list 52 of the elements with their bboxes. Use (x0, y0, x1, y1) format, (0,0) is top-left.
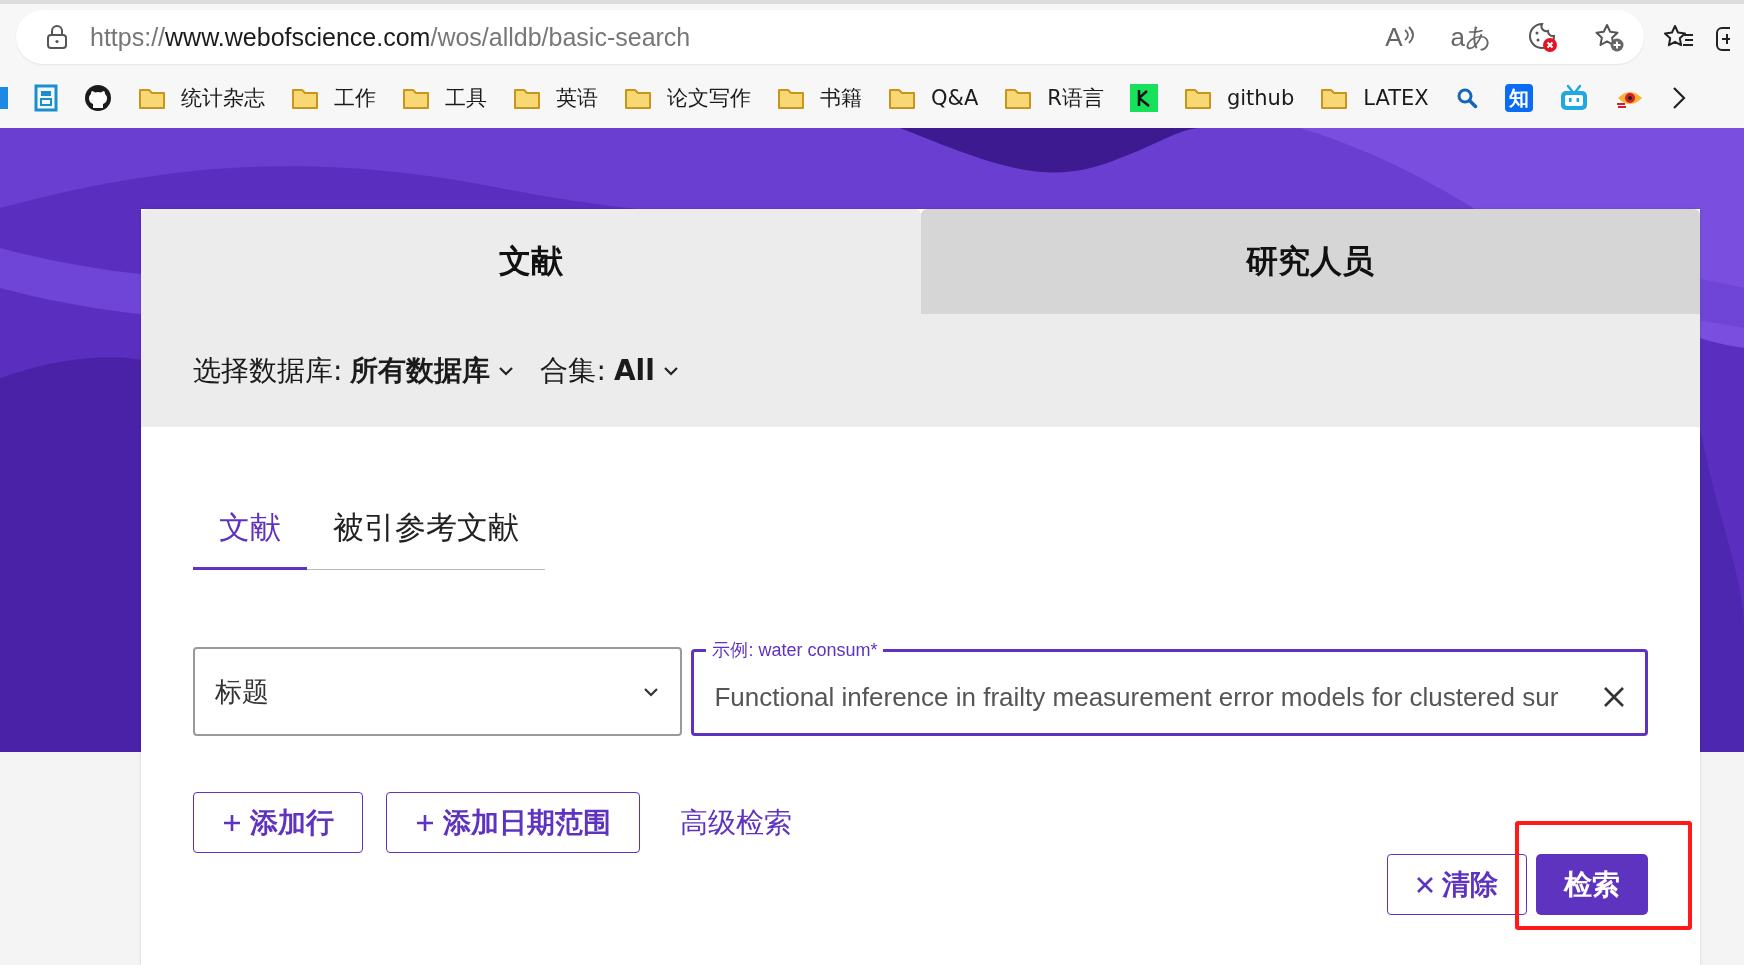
tab[interactable]: 研究人员 (920, 209, 1700, 314)
chevron-down-icon (498, 365, 515, 376)
folder-icon (1320, 86, 1349, 110)
bookmark-folder[interactable]: 工具 (402, 84, 487, 112)
close-icon (1416, 875, 1434, 894)
bookmark-folder[interactable]: 英语 (513, 84, 598, 112)
bookmark-folder[interactable]: 统计杂志 (138, 84, 265, 112)
tab[interactable]: 文献 (193, 507, 307, 570)
bookmark-folder[interactable]: 论文写作 (624, 84, 751, 112)
translate-icon[interactable]: aあ (1450, 19, 1492, 55)
bookmark-folder[interactable]: github (1183, 86, 1295, 110)
folder-icon (888, 86, 916, 110)
folder-icon (291, 86, 319, 110)
chevron-down-icon (662, 365, 679, 376)
folder-icon (1183, 86, 1212, 110)
cookie-blocked-icon[interactable] (1528, 22, 1558, 52)
advanced-search-link[interactable]: 高级检索 (680, 803, 792, 842)
collection-dropdown[interactable]: 合集: All (540, 351, 679, 390)
search-button[interactable]: 检索 (1536, 854, 1648, 915)
url-text[interactable]: https://www.webofscience.com/wos/alldb/basic-search (90, 22, 1364, 52)
chevron-right-icon[interactable] (1670, 85, 1687, 111)
plus-icon (222, 812, 242, 833)
folder-icon (138, 86, 166, 110)
folder-icon (402, 86, 430, 110)
field-dropdown[interactable]: 标题 (193, 647, 683, 736)
tab[interactable]: 文献 (141, 209, 921, 314)
cat-logo-icon[interactable] (84, 84, 112, 112)
bookmark-folder[interactable]: LATEX (1320, 86, 1429, 110)
add-button[interactable]: 添加日期范围 (386, 792, 640, 853)
lock-icon (46, 24, 68, 50)
bookmark-folder[interactable]: R语言 (1004, 84, 1104, 112)
bookmark-folder[interactable]: Q&A (888, 86, 979, 110)
search-field[interactable]: 示例: water consum* Functional inference in frailty measurement error models for clustered sur (691, 639, 1648, 736)
database-dropdown[interactable]: 选择数据库: 所有数据库 (193, 351, 515, 390)
clear-icon[interactable] (1603, 686, 1625, 708)
address-bar[interactable]: https://www.webofscience.com/wos/alldb/basic-search A aあ (16, 10, 1644, 64)
folder-icon (1004, 86, 1033, 110)
tab[interactable]: 被引参考文献 (307, 507, 545, 570)
folder-icon (513, 86, 541, 110)
tv-logo-icon[interactable] (1558, 84, 1589, 112)
zhi-logo-icon[interactable]: 知 (1504, 84, 1533, 112)
folder-icon (777, 86, 805, 110)
bookmark-folder[interactable]: 工作 (291, 84, 376, 112)
folder-icon (624, 86, 652, 110)
add-button[interactable]: 添加行 (193, 792, 363, 853)
add-favorite-icon[interactable] (1594, 22, 1624, 52)
clear-button[interactable]: 清除 (1387, 854, 1527, 915)
bookmark-folder[interactable]: 书籍 (777, 84, 862, 112)
chevron-down-icon (642, 685, 661, 698)
plus-icon (415, 812, 435, 833)
app-logo-icon[interactable] (1129, 84, 1158, 112)
grid-logo-icon[interactable] (34, 84, 58, 112)
